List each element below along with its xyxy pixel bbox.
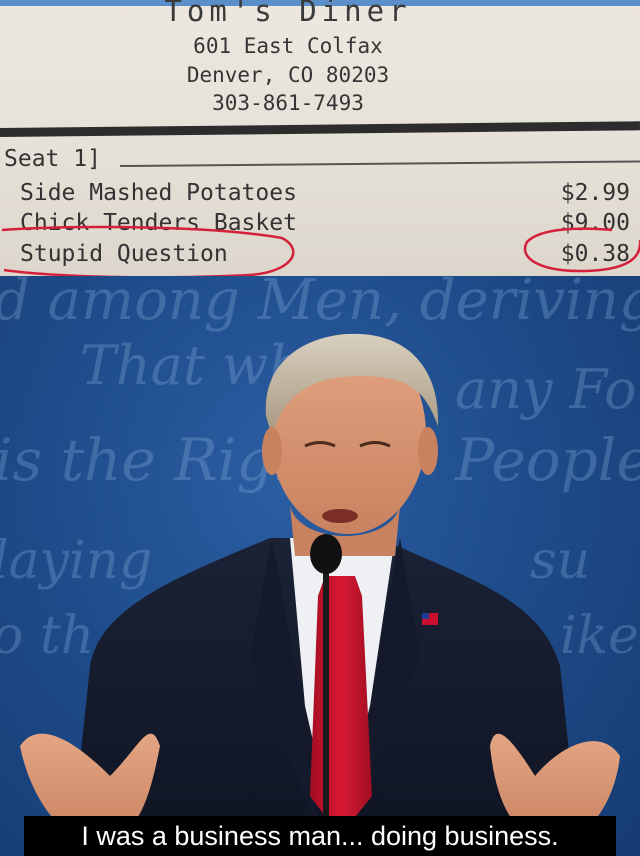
store-phone: 303-861-7493	[212, 91, 364, 115]
red-tie	[310, 576, 372, 836]
line-item-name: Chick Tenders Basket	[20, 210, 297, 236]
store-address-line2: Denver, CO 80203	[186, 63, 390, 87]
line-item-price: $2.99	[560, 180, 630, 206]
microphone-icon	[310, 534, 342, 574]
receipt-panel: Tom's Diner 601 East Colfax Denver, CO 8…	[0, 0, 640, 276]
right-ear	[418, 427, 438, 475]
store-name: Tom's Diner	[164, 0, 412, 28]
line-item-name-highlighted: Stupid Question	[20, 241, 228, 267]
speaker-figure	[20, 333, 620, 856]
line-item-name: Side Mashed Potatoes	[20, 180, 297, 206]
line-item-price-highlighted: $0.38	[560, 241, 630, 267]
seat-label: Seat 1]	[4, 146, 101, 172]
subtitle-caption: I was a business man... doing business.	[24, 816, 616, 856]
debate-photo-panel: d among Men, deriving That wh any Form i…	[0, 276, 640, 856]
receipt-divider-thick	[0, 121, 640, 137]
left-ear	[262, 427, 282, 475]
store-address-line1: 601 East Colfax	[193, 34, 383, 58]
mouth	[322, 509, 358, 523]
receipt-divider-thin	[119, 160, 640, 167]
line-item-price: $9.00	[560, 210, 630, 236]
